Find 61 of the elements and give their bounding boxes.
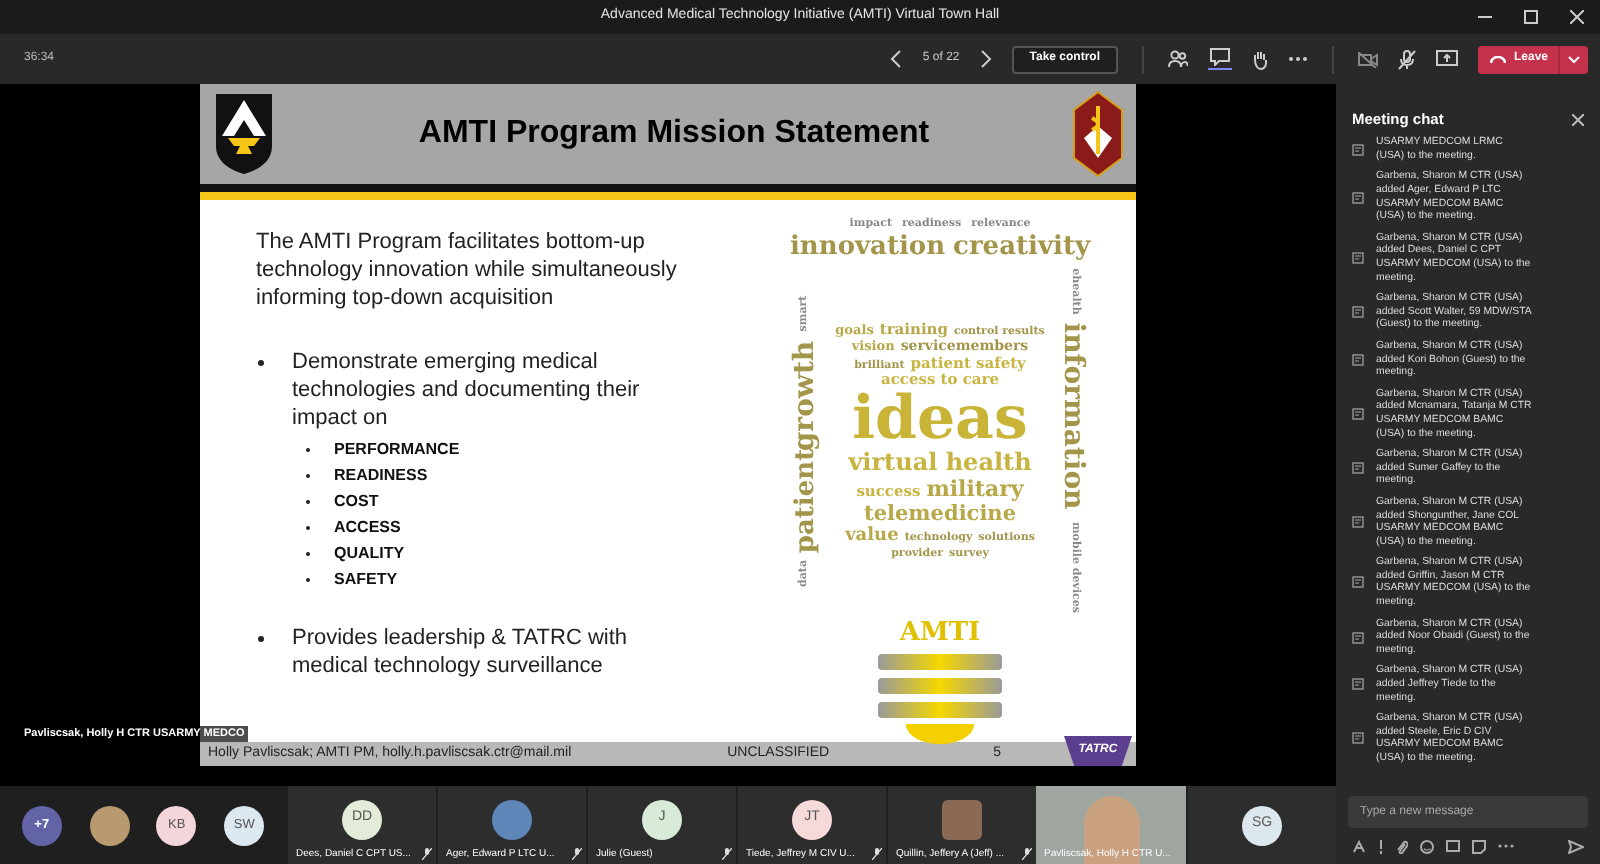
member-added-icon	[1352, 462, 1364, 475]
bullet-text: Provides leadership & TATRC with medical technology surveillance	[292, 624, 630, 680]
sub-bullet-text: QUALITY	[334, 541, 405, 565]
word-cloud-word: value	[845, 526, 899, 547]
emoji-icon[interactable]	[1420, 839, 1434, 853]
word-cloud-word: patient	[793, 449, 819, 554]
member-added-icon	[1352, 732, 1364, 745]
word-cloud-word: military	[926, 477, 1024, 503]
more-icon[interactable]	[1288, 56, 1308, 62]
intro-paragraph: The AMTI Program facilitates bottom-up technology innovation while simultaneously informing top-down acquisition	[256, 228, 679, 312]
exclamation-icon[interactable]	[1378, 839, 1384, 853]
member-added-icon	[1352, 353, 1364, 366]
member-added-icon	[1352, 516, 1364, 529]
sticker-icon[interactable]	[1472, 839, 1486, 853]
lightbulb-base-drawing	[878, 652, 1002, 747]
member-added-icon	[1352, 678, 1364, 691]
sub-bullet-text: READINESS	[334, 463, 428, 487]
slide-title: AMTI Program Mission Statement	[416, 114, 932, 154]
member-added-icon	[1352, 143, 1364, 156]
paperclip-icon[interactable]	[1396, 839, 1408, 853]
member-added-icon	[1352, 252, 1364, 264]
sub-bullet-text: ACCESS	[334, 515, 401, 539]
member-added-icon	[1352, 306, 1364, 319]
share-screen-icon[interactable]	[1436, 50, 1458, 68]
sub-bullet-text: PERFORMANCE	[334, 437, 460, 461]
word-cloud-word: growth	[792, 340, 820, 451]
member-added-icon	[1352, 407, 1364, 420]
avatar-photo-placeholder[interactable]	[89, 805, 130, 845]
minimize-icon[interactable]	[1478, 10, 1492, 24]
word-cloud-word: telemedicine	[863, 502, 1017, 527]
word-cloud-word: information	[1060, 323, 1088, 510]
word-cloud-word: innovation	[789, 232, 946, 263]
next-icon[interactable]	[979, 50, 992, 68]
bullet-icon	[258, 636, 264, 642]
phone-icon	[1490, 55, 1506, 63]
mic-off-icon[interactable]	[1398, 49, 1416, 69]
maximize-icon[interactable]	[1524, 10, 1538, 24]
caret-icon[interactable]	[1568, 55, 1580, 63]
bullet-text: Demonstrate emerging medical technologies and documenting their impact on	[292, 348, 642, 432]
medical-crest-icon	[1072, 90, 1124, 178]
close-icon[interactable]	[1572, 113, 1584, 126]
close-icon[interactable]	[1570, 10, 1584, 24]
camera-off-icon[interactable]	[1358, 51, 1378, 67]
word-cloud-word: virtual health	[848, 449, 1032, 478]
word-cloud-word: ideas	[852, 389, 1028, 450]
member-added-icon	[1352, 631, 1364, 644]
member-added-icon	[1352, 576, 1364, 589]
previous-icon[interactable]	[890, 50, 903, 68]
word-cloud-word: creativity	[953, 232, 1090, 263]
send-icon[interactable]	[1568, 839, 1584, 853]
raise-hand-icon[interactable]	[1252, 49, 1268, 69]
shield-logo-icon	[212, 92, 276, 176]
bulb-label: AMTI	[899, 618, 981, 649]
chat-icon[interactable]	[1208, 47, 1232, 71]
sub-bullet-text: SAFETY	[334, 567, 398, 591]
people-icon[interactable]	[1168, 50, 1188, 68]
gif-icon[interactable]	[1446, 840, 1460, 852]
member-added-icon	[1352, 191, 1364, 204]
bullet-icon	[258, 360, 264, 366]
format-icon[interactable]	[1352, 839, 1366, 853]
sub-bullet-text: COST	[334, 489, 379, 513]
